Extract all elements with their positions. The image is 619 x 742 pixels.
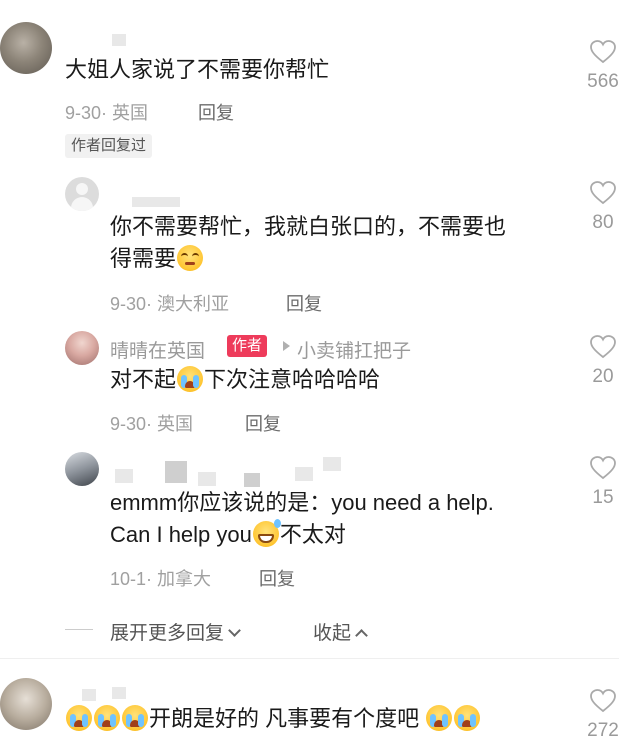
reply-date-location: 9-30· 澳大利亚: [110, 294, 230, 314]
chevron-up-icon: [355, 629, 368, 642]
reply-text-line1: 你不需要帮忙，我就白张口的，不需要也: [110, 214, 507, 239]
like-heart-icon[interactable]: [590, 181, 616, 205]
redacted-username: [112, 687, 126, 699]
commenter-avatar[interactable]: [0, 678, 52, 730]
crying-emoji-icon: [94, 705, 120, 731]
reply-text-line2: Can I help you 不太对: [110, 519, 346, 547]
reply-text-line2: 得需要: [110, 243, 204, 275]
reply-to-arrow-icon: [283, 341, 290, 351]
comment-text: 开朗是好的 凡事要有个度吧: [65, 703, 481, 735]
redacted-username: [198, 472, 216, 486]
rolling-eyes-emoji-icon: [177, 245, 204, 271]
default-avatar-icon[interactable]: [65, 177, 99, 211]
like-count: 80: [592, 212, 614, 233]
crying-emoji-icon: [122, 705, 148, 731]
crying-emoji-icon: [66, 705, 92, 731]
redacted-username: [295, 467, 313, 481]
like-count: 20: [592, 366, 614, 387]
reply-button[interactable]: 回复: [259, 565, 295, 591]
like-heart-icon[interactable]: [590, 40, 616, 64]
like-heart-icon[interactable]: [590, 689, 616, 713]
author-tag-badge: 作者: [227, 335, 268, 357]
like-count: 272: [587, 720, 619, 741]
collapse-replies-button[interactable]: 收起: [313, 618, 368, 645]
like-heart-icon[interactable]: [590, 335, 616, 359]
expand-more-replies-button[interactable]: 展开更多回复: [110, 618, 241, 645]
reply-text-line1: emmm你应该说的是：you need a help.: [110, 490, 494, 515]
like-count: 15: [592, 487, 614, 508]
commenter-avatar[interactable]: [0, 22, 52, 74]
sweat-grin-emoji-icon: [252, 519, 281, 547]
reply-to-username[interactable]: 小卖铺扛把子: [297, 336, 411, 363]
redacted-username: [132, 197, 180, 207]
chevron-down-icon: [228, 624, 241, 637]
thread-rule: [65, 629, 93, 630]
like-count: 566: [587, 71, 619, 92]
reply-button[interactable]: 回复: [245, 410, 281, 436]
redacted-username: [323, 457, 341, 471]
comment-divider: [0, 658, 619, 659]
crying-emoji-icon: [454, 705, 481, 731]
redacted-username: [165, 461, 187, 483]
redacted-username: [244, 473, 260, 487]
commenter-avatar[interactable]: [65, 452, 99, 486]
like-heart-icon[interactable]: [590, 456, 616, 480]
redacted-username: [112, 34, 126, 46]
reply-date-location: 10-1· 加拿大: [110, 569, 212, 589]
reply-button[interactable]: 回复: [198, 99, 234, 125]
comment-date-location: 9-30· 英国: [65, 103, 149, 123]
crying-emoji-icon: [177, 366, 204, 392]
redacted-username: [115, 469, 133, 483]
reply-text: 对不起 下次注意哈哈哈哈: [110, 366, 381, 392]
comment-text: 大姐人家说了不需要你帮忙: [65, 57, 330, 82]
author-replied-badge: 作者回复过: [65, 134, 153, 158]
crying-emoji-icon: [426, 705, 453, 731]
reply-date-location: 9-30· 英国: [110, 414, 194, 434]
redacted-username: [82, 689, 96, 701]
reply-username[interactable]: 晴晴在英国: [110, 336, 205, 363]
reply-button[interactable]: 回复: [286, 290, 322, 316]
author-avatar[interactable]: [65, 331, 99, 365]
